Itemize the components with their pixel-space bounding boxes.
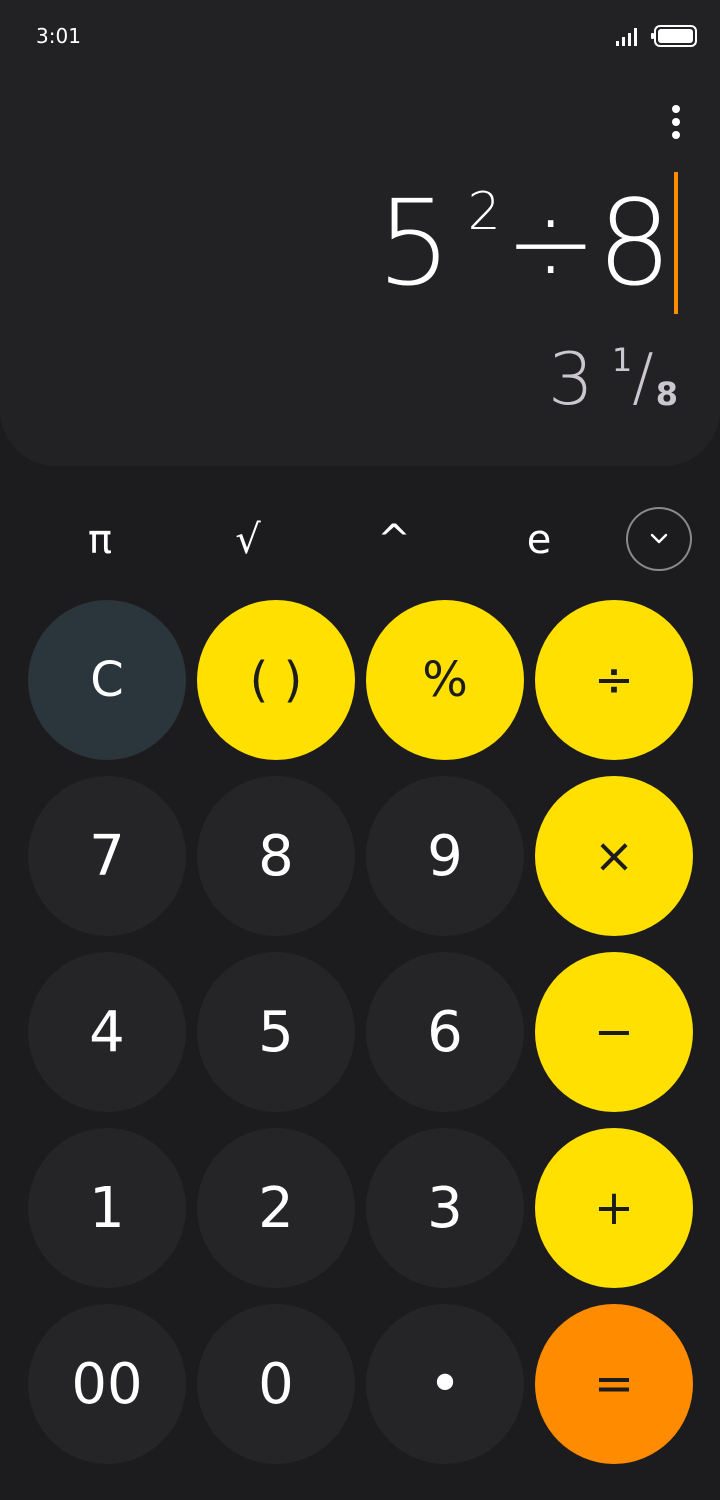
display-panel: 3:01 5 2 ÷ 8 3 1 / 8 (0, 0, 720, 466)
sqrt-button[interactable]: √ (218, 510, 278, 570)
menu-dot (672, 118, 680, 126)
digit-1-button[interactable]: 1 (28, 1128, 186, 1288)
digit-6-button[interactable]: 6 (366, 952, 524, 1112)
equals-button[interactable]: = (535, 1304, 693, 1464)
expression-display[interactable]: 5 2 ÷ 8 (377, 178, 672, 308)
e-button[interactable]: e (509, 510, 569, 570)
menu-dot (672, 131, 680, 139)
result-slash: / (632, 341, 654, 415)
expression-operand: 8 (596, 174, 672, 312)
multiply-button[interactable]: × (535, 776, 693, 936)
digit-4-button[interactable]: 4 (28, 952, 186, 1112)
plus-button[interactable]: + (535, 1128, 693, 1288)
more-options-button[interactable] (656, 100, 696, 144)
result-whole: 3 (548, 337, 594, 421)
parentheses-button[interactable]: ( ) (197, 600, 355, 760)
divide-button[interactable]: ÷ (535, 600, 693, 760)
minus-button[interactable]: − (535, 952, 693, 1112)
result-numerator: 1 (611, 341, 633, 379)
result-display: 3 1 / 8 (548, 336, 678, 422)
digit-3-button[interactable]: 3 (366, 1128, 524, 1288)
clear-button[interactable]: C (28, 600, 186, 760)
digit-2-button[interactable]: 2 (197, 1128, 355, 1288)
result-denominator: 8 (655, 375, 678, 413)
decimal-point-button[interactable]: • (366, 1304, 524, 1464)
power-button[interactable]: ^ (364, 510, 424, 570)
expression-base: 5 (376, 174, 452, 312)
pi-button[interactable]: π (70, 510, 130, 570)
status-time: 3:01 (36, 24, 81, 48)
expression-exponent: 2 (467, 182, 501, 242)
expression-operator: ÷ (504, 179, 597, 307)
double-zero-button[interactable]: 00 (28, 1304, 186, 1464)
digit-9-button[interactable]: 9 (366, 776, 524, 936)
menu-dot (672, 105, 680, 113)
digit-7-button[interactable]: 7 (28, 776, 186, 936)
digit-5-button[interactable]: 5 (197, 952, 355, 1112)
digit-0-button[interactable]: 0 (197, 1304, 355, 1464)
text-cursor (674, 172, 678, 314)
percent-button[interactable]: % (366, 600, 524, 760)
digit-8-button[interactable]: 8 (197, 776, 355, 936)
chevron-down-icon (650, 533, 668, 544)
calculator-screen: 3:01 5 2 ÷ 8 3 1 / 8 π √ ^ e C () % ÷ 7… (0, 0, 720, 1500)
expand-scientific-button[interactable] (626, 507, 692, 571)
battery-icon (651, 25, 697, 47)
signal-icon (616, 28, 637, 46)
